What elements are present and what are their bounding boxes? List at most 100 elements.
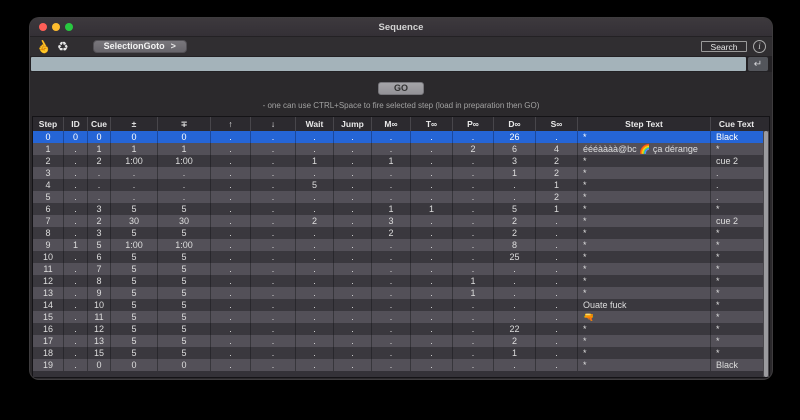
table-cell: .	[536, 335, 578, 347]
table-row[interactable]: 3........... 1 2 *.	[33, 167, 769, 179]
table-cell: 2	[494, 215, 536, 227]
table-row[interactable]: 8. 3 5 5.... 2.. 2. * *	[33, 227, 769, 239]
table-row[interactable]: 13. 9 5 5...... 1.. * *	[33, 287, 769, 299]
hand-pointer-icon[interactable]: ☝	[34, 37, 54, 56]
table-cell: 0	[33, 131, 64, 143]
table-cell: .	[453, 347, 494, 359]
go-button[interactable]: GO	[378, 81, 424, 95]
scrollbar-thumb[interactable]	[764, 131, 768, 377]
table-cell: .	[453, 215, 494, 227]
table-cell: 2	[536, 191, 578, 203]
column-header: ±	[111, 117, 158, 131]
search-button[interactable]: Search	[701, 41, 747, 52]
table-cell: .	[494, 299, 536, 311]
table-cell: 1	[372, 155, 411, 167]
table-row[interactable]: 16. 12 5 5....... 22. * *	[33, 323, 769, 335]
table-cell: 8	[494, 239, 536, 251]
table-cell: .	[211, 359, 251, 371]
recycle-icon[interactable]: ♻	[57, 40, 69, 53]
table-cell: .	[334, 335, 372, 347]
table-cell: 17	[33, 335, 64, 347]
table-row[interactable]: 10. 6 5 5....... 25. * *	[33, 251, 769, 263]
table-row[interactable]: 5............ 2 *.	[33, 191, 769, 203]
table-cell: .	[411, 263, 453, 275]
table-cell: 3	[372, 215, 411, 227]
table-cell: .	[211, 299, 251, 311]
column-header: Wait	[296, 117, 334, 131]
table-cell: .	[411, 143, 453, 155]
table-cell: .	[334, 359, 372, 371]
table-cell: 5	[111, 275, 158, 287]
table-cell: .	[372, 239, 411, 251]
table-cell: 6	[33, 203, 64, 215]
info-icon[interactable]: i	[753, 40, 766, 53]
table-cell: 1:00	[111, 239, 158, 251]
table-cell: .	[211, 275, 251, 287]
table-cell: .	[334, 239, 372, 251]
table-cell: .	[211, 323, 251, 335]
table-row[interactable]: 18. 15 5 5....... 1. * *	[33, 347, 769, 359]
table-cell: .	[716, 168, 719, 178]
column-header: ∓	[158, 117, 211, 131]
table-cell: *	[578, 167, 711, 179]
table-row[interactable]: 0 0 0 0 0....... 26. * Black	[33, 131, 769, 143]
table-cell: 6	[494, 143, 536, 155]
table-cell: cue 2	[716, 156, 739, 166]
table-row[interactable]: 2. 2 1:00 1:00.. 1. 1.. 3 2 * cue 2	[33, 155, 769, 167]
table-cell: .	[372, 275, 411, 287]
table-cell: 1	[494, 167, 536, 179]
table-cell: .	[372, 359, 411, 371]
command-input[interactable]	[31, 57, 746, 71]
table-row[interactable]: 4...... 5..... 1 *.	[33, 179, 769, 191]
table-row[interactable]: 6. 3 5 5.... 1 1. 5 1 * *	[33, 203, 769, 215]
table-cell: 3	[88, 227, 111, 239]
return-key-icon[interactable]: ↵	[748, 57, 768, 71]
table-cell: .	[453, 335, 494, 347]
table-cell: .	[211, 251, 251, 263]
table-cell: 0	[158, 131, 211, 143]
table-cell: .	[494, 191, 536, 203]
table-cell: *	[578, 335, 711, 347]
table-row[interactable]: 11. 7 5 5......... * *	[33, 263, 769, 275]
table-row[interactable]: 14. 10 5 5......... Ouate fuck *	[33, 299, 769, 311]
table-cell: .	[251, 155, 296, 167]
table-cell: 14	[33, 299, 64, 311]
selection-goto-button[interactable]: SelectionGoto >	[92, 40, 187, 53]
table-cell: .	[536, 239, 578, 251]
vertical-scrollbar[interactable]	[763, 131, 769, 377]
table-cell: .	[296, 203, 334, 215]
table-cell: *	[716, 348, 720, 358]
column-header: Jump	[334, 117, 372, 131]
table-cell: .	[494, 311, 536, 323]
table-cell: Ouate fuck	[578, 299, 711, 311]
table-cell: .	[211, 167, 251, 179]
column-header: Step Text	[578, 117, 711, 131]
table-row[interactable]: 19. 0 0 0......... * Black	[33, 359, 769, 371]
table-row[interactable]: 1. 1 1 1...... 2 6 4 éééàààà@bc 🌈 ça dérange *	[33, 143, 769, 155]
table-cell: .	[296, 263, 334, 275]
table-row[interactable]: 17. 13 5 5....... 2. * *	[33, 335, 769, 347]
table-cell: 3	[33, 167, 64, 179]
table-cell: .	[372, 251, 411, 263]
table-row[interactable]: 7. 2 30 30.. 2. 3.. 2. * cue 2	[33, 215, 769, 227]
column-header: S∞	[536, 117, 578, 131]
table-cell: 25	[494, 251, 536, 263]
table-cell: .	[211, 263, 251, 275]
column-header: D∞	[494, 117, 536, 131]
table-row[interactable]: 15. 11 5 5......... 🔫 *	[33, 311, 769, 323]
table-cell: .	[296, 311, 334, 323]
table-cell: 3	[494, 155, 536, 167]
window-title: Sequence	[378, 21, 424, 33]
table-row[interactable]: 9 1 5 1:00 1:00....... 8. * *	[33, 239, 769, 251]
table-row[interactable]: 12. 8 5 5...... 1.. * *	[33, 275, 769, 287]
table-cell: .	[334, 323, 372, 335]
table-cell: Black	[716, 132, 739, 142]
table-cell: .	[158, 179, 211, 191]
table-cell: .	[536, 275, 578, 287]
table-cell: *	[578, 203, 711, 215]
table-cell: .	[453, 311, 494, 323]
table-cell: .	[494, 275, 536, 287]
table-cell: .	[296, 299, 334, 311]
table-cell: 13	[88, 335, 111, 347]
table-cell: .	[64, 323, 88, 335]
